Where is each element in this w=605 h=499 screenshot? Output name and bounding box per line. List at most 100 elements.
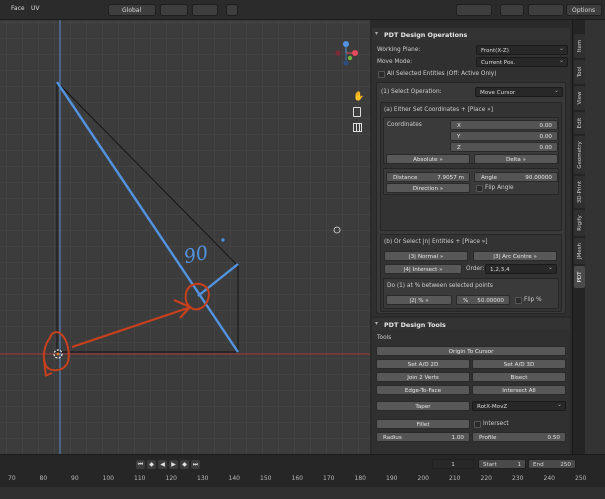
- join-2-verts-button[interactable]: Join 2 Verts: [376, 372, 470, 382]
- percent-sign: %: [463, 298, 469, 304]
- order-dropdown[interactable]: 1,2,3,4: [485, 264, 557, 274]
- menu-face[interactable]: Face: [11, 5, 25, 12]
- xray-button[interactable]: [500, 4, 524, 16]
- percent-field[interactable]: % 50.00000: [456, 295, 510, 305]
- pivot-dropdown[interactable]: [160, 4, 188, 16]
- or-select-label: (b) Or Select |n| Entities + [Place »]: [384, 239, 488, 245]
- intersect-checkbox[interactable]: [474, 421, 481, 428]
- distance-field[interactable]: Distance 7.9057 m: [386, 172, 470, 182]
- tab-3d-print[interactable]: 3D-Print: [574, 176, 585, 208]
- hand-pan-icon[interactable]: ✋: [353, 92, 364, 102]
- normal-button[interactable]: |3| Normal »: [384, 251, 468, 261]
- direction-button-label: Direction »: [412, 186, 444, 192]
- overlay-gizmo-buttons[interactable]: [456, 4, 492, 16]
- tab-jmesh[interactable]: JMesh: [574, 238, 585, 264]
- percent-button[interactable]: |2| % »: [386, 295, 452, 305]
- profile-label: Profile: [479, 435, 497, 441]
- angle-field[interactable]: Angle 90.00000: [474, 172, 558, 182]
- jump-keyframe-forward-icon[interactable]: ◆: [180, 460, 189, 469]
- camera-view-icon[interactable]: [353, 107, 361, 117]
- pdt-design-operations-body: Working Plane: Front(X-Z) Move Mode: Cur…: [372, 40, 570, 316]
- tab-item-label: Item: [576, 39, 583, 53]
- mouse-pointer-crosshair: [333, 226, 341, 234]
- absolute-button[interactable]: Absolute »: [386, 154, 470, 164]
- y-coordinate-field[interactable]: Y 0.00: [450, 131, 558, 141]
- timeline[interactable]: ⏮ ◆ ◀ ▶ ◆ ⏭ 1 Start 1 End 250 70 80 90 100 110…: [0, 454, 605, 499]
- origin-to-cursor-button[interactable]: Origin To Cursor: [376, 346, 566, 356]
- taper-axis-value: RotX-MovZ: [477, 404, 508, 410]
- x-coordinate-field[interactable]: X 0.00: [450, 120, 558, 130]
- play-reverse-icon[interactable]: ◀: [158, 460, 167, 469]
- tools-label: Tools: [377, 335, 392, 341]
- order-label: Order:: [466, 266, 485, 272]
- radius-value: 1.00: [451, 435, 464, 441]
- flip-percent-checkbox[interactable]: [515, 297, 522, 304]
- order-value: 1,2,3,4: [490, 267, 510, 273]
- tab-edit[interactable]: Edit: [574, 112, 585, 134]
- start-frame-field[interactable]: Start 1: [478, 459, 526, 469]
- y-coordinate-label: Y: [457, 134, 461, 140]
- bisect-button[interactable]: Bisect: [472, 372, 566, 382]
- set-ad-2d-button[interactable]: Set A/D 2D: [376, 359, 470, 369]
- delta-button[interactable]: Delta »: [474, 154, 558, 164]
- 3d-viewport[interactable]: 90 ✋: [0, 20, 370, 454]
- profile-field[interactable]: Profile 0.50: [472, 432, 566, 442]
- pdt-design-tools-header[interactable]: PDT Design Tools: [372, 318, 570, 330]
- radius-field[interactable]: Radius 1.00: [376, 432, 470, 442]
- flip-angle-checkbox[interactable]: [476, 185, 483, 192]
- tab-pdt[interactable]: PDT: [574, 266, 585, 288]
- navigation-gizmo[interactable]: [333, 40, 359, 66]
- tab-view[interactable]: View: [574, 86, 585, 110]
- z-coordinate-field[interactable]: Z 0.00: [450, 142, 558, 152]
- tab-item[interactable]: Item: [574, 34, 585, 58]
- proportional-edit-button[interactable]: [226, 4, 238, 16]
- intersect-all-button[interactable]: Intersect All: [472, 385, 566, 395]
- direction-button[interactable]: Direction »: [386, 183, 470, 193]
- taper-label: Taper: [415, 404, 431, 410]
- current-frame-field[interactable]: 1: [432, 459, 474, 469]
- jump-start-icon[interactable]: ⏮: [136, 460, 145, 469]
- fillet-button[interactable]: Fillet: [376, 419, 470, 429]
- end-frame-value: 250: [560, 462, 571, 468]
- orange-target-circle: [184, 282, 210, 311]
- x-coordinate-value: 0.00: [539, 123, 552, 129]
- absolute-button-label: Absolute »: [413, 157, 443, 163]
- working-plane-dropdown[interactable]: Front(X-Z): [476, 45, 568, 55]
- tab-geometry[interactable]: Geometry: [574, 136, 585, 174]
- tab-rigify[interactable]: Rigify: [574, 210, 585, 236]
- select-operation-dropdown[interactable]: Move Cursor: [475, 87, 563, 97]
- options-dropdown[interactable]: Options: [566, 4, 602, 16]
- taper-axis-dropdown[interactable]: RotX-MovZ: [472, 401, 566, 411]
- edge-to-face-button[interactable]: Edge-To-Face: [376, 385, 470, 395]
- jump-end-icon[interactable]: ⏭: [191, 460, 200, 469]
- arc-centre-button[interactable]: |3| Arc Centre »: [473, 251, 557, 261]
- current-frame-value: 1: [451, 462, 455, 468]
- all-selected-checkbox[interactable]: [378, 71, 385, 78]
- pdt-design-operations-header[interactable]: PDT Design Operations: [372, 28, 570, 40]
- end-frame-field[interactable]: End 250: [528, 459, 576, 469]
- menu-uv[interactable]: UV: [31, 5, 40, 12]
- frame-tick-label: 170: [323, 475, 335, 482]
- do-percent-label: Do (1) at % between selected points: [387, 283, 493, 289]
- set-ad-3d-button[interactable]: Set A/D 3D: [472, 359, 566, 369]
- frame-tick-label: 120: [165, 475, 177, 482]
- move-mode-dropdown[interactable]: Current Pos.: [476, 57, 568, 67]
- frame-tick-label: 230: [512, 475, 524, 482]
- angle-label: Angle: [481, 175, 497, 181]
- frame-tick-label: 130: [197, 475, 209, 482]
- shading-buttons[interactable]: [528, 4, 564, 16]
- orientation-dropdown[interactable]: Global: [108, 4, 156, 16]
- play-icon[interactable]: ▶: [169, 460, 178, 469]
- snap-dropdown[interactable]: [192, 4, 218, 16]
- sidebar-tabs: Item Tool View Edit Geometry 3D-Print Ri…: [572, 20, 585, 454]
- options-label: Options: [572, 7, 596, 14]
- percent-button-label: |2| % »: [409, 298, 429, 304]
- grid-ortho-icon[interactable]: [353, 123, 362, 132]
- intersect-button[interactable]: |4| Intersect »: [384, 264, 462, 274]
- frame-tick-label: 240: [543, 475, 555, 482]
- frame-tick-label: 250: [575, 475, 587, 482]
- taper-button[interactable]: Taper: [376, 401, 470, 411]
- flip-angle-label: Flip Angle: [485, 185, 514, 191]
- jump-keyframe-back-icon[interactable]: ◆: [147, 460, 156, 469]
- tab-tool[interactable]: Tool: [574, 60, 585, 84]
